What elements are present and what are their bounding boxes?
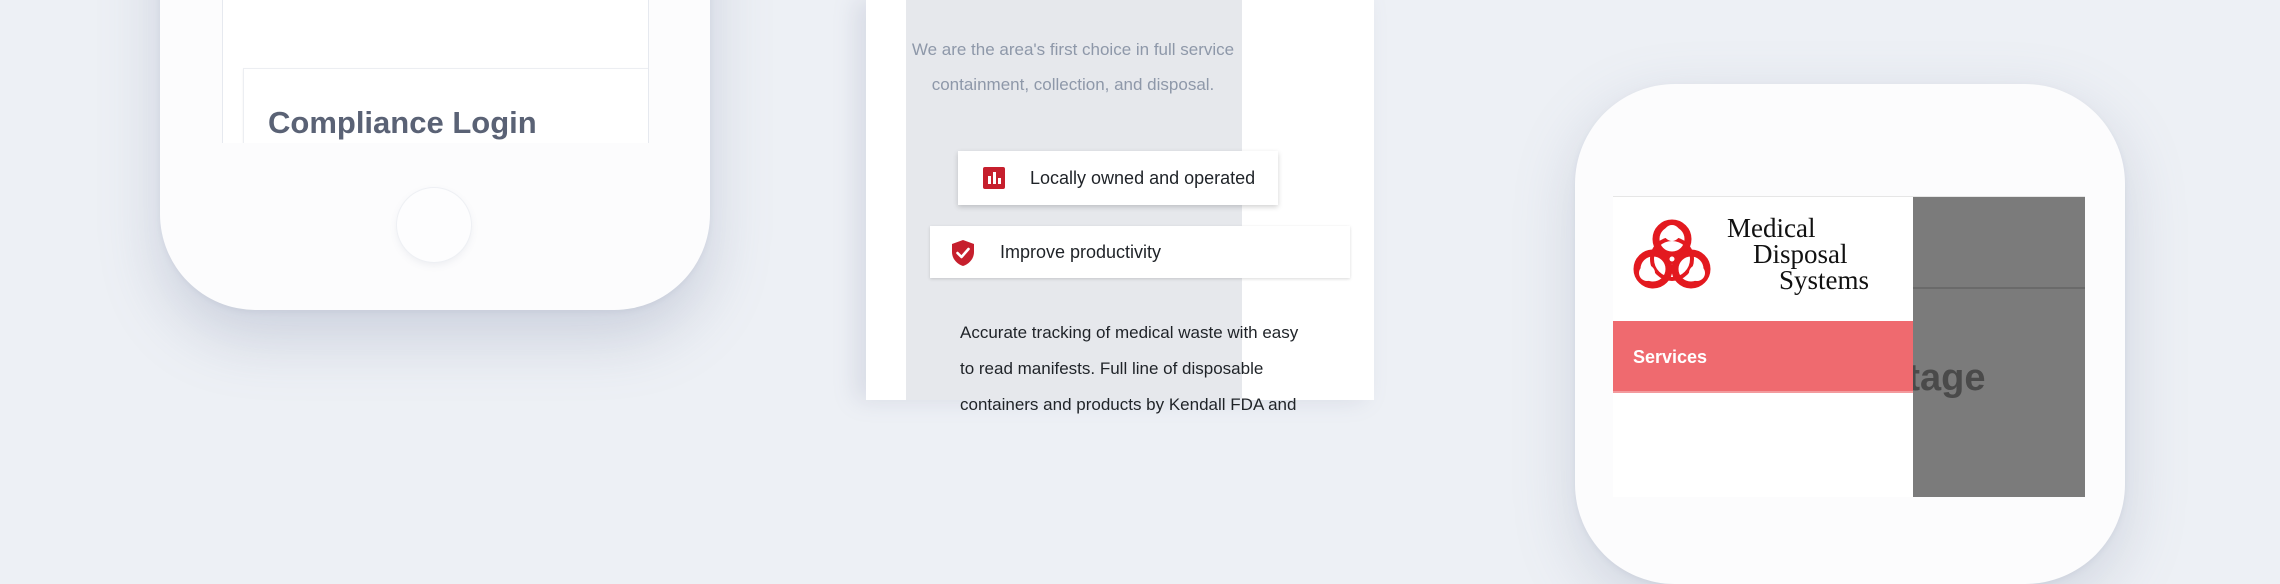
menu-item-services[interactable]: Services (1613, 321, 1913, 393)
feature-label: Locally owned and operated (1030, 168, 1256, 188)
intro-line: containment, collection, and disposal. (931, 75, 1215, 94)
home-button[interactable] (397, 188, 471, 262)
right-phone-screen: ns antage (1613, 196, 2085, 497)
menu-item-label: Services (1633, 347, 1708, 367)
feature-improve-productivity[interactable]: Improve productivity (930, 226, 1350, 278)
biohazard-icon (1633, 219, 1711, 289)
middle-content-column: We are the area's first choice in full s… (866, 0, 1374, 414)
nav-drawer: Medical Disposal Systems Services (1613, 197, 1913, 497)
logo-line: Disposal (1753, 239, 1848, 269)
compliance-login-card[interactable]: Compliance Login (243, 68, 648, 143)
right-phone-mockup: ns antage (1575, 84, 2125, 584)
compliance-login-title: Compliance Login (268, 105, 537, 140)
left-phone-screen: Compliance Login (222, 0, 649, 143)
intro-text: We are the area's first choice in full s… (866, 32, 1280, 102)
description-line: containers and products by Kendall FDA a… (960, 395, 1297, 414)
logo-wordmark: Medical Disposal Systems (1727, 213, 1870, 295)
feature-label: Improve productivity (1000, 242, 1162, 262)
left-phone-mockup: Compliance Login (160, 0, 710, 310)
background-divider (1913, 287, 2085, 289)
logo-line: Systems (1779, 265, 1870, 295)
intro-line: We are the area's first choice in full s… (911, 40, 1235, 59)
description-line: Accurate tracking of medical waste with … (960, 323, 1299, 342)
description-line: to read manifests. Full line of disposab… (960, 359, 1264, 378)
logo-line: Medical (1727, 213, 1816, 243)
bar-chart-icon (983, 167, 1005, 189)
medical-disposal-systems-logo[interactable]: Medical Disposal Systems (1627, 215, 1907, 295)
feature-locally-owned[interactable]: Locally owned and operated (958, 151, 1278, 205)
feature-description: Accurate tracking of medical waste with … (960, 315, 1320, 423)
shield-check-icon (950, 239, 976, 267)
